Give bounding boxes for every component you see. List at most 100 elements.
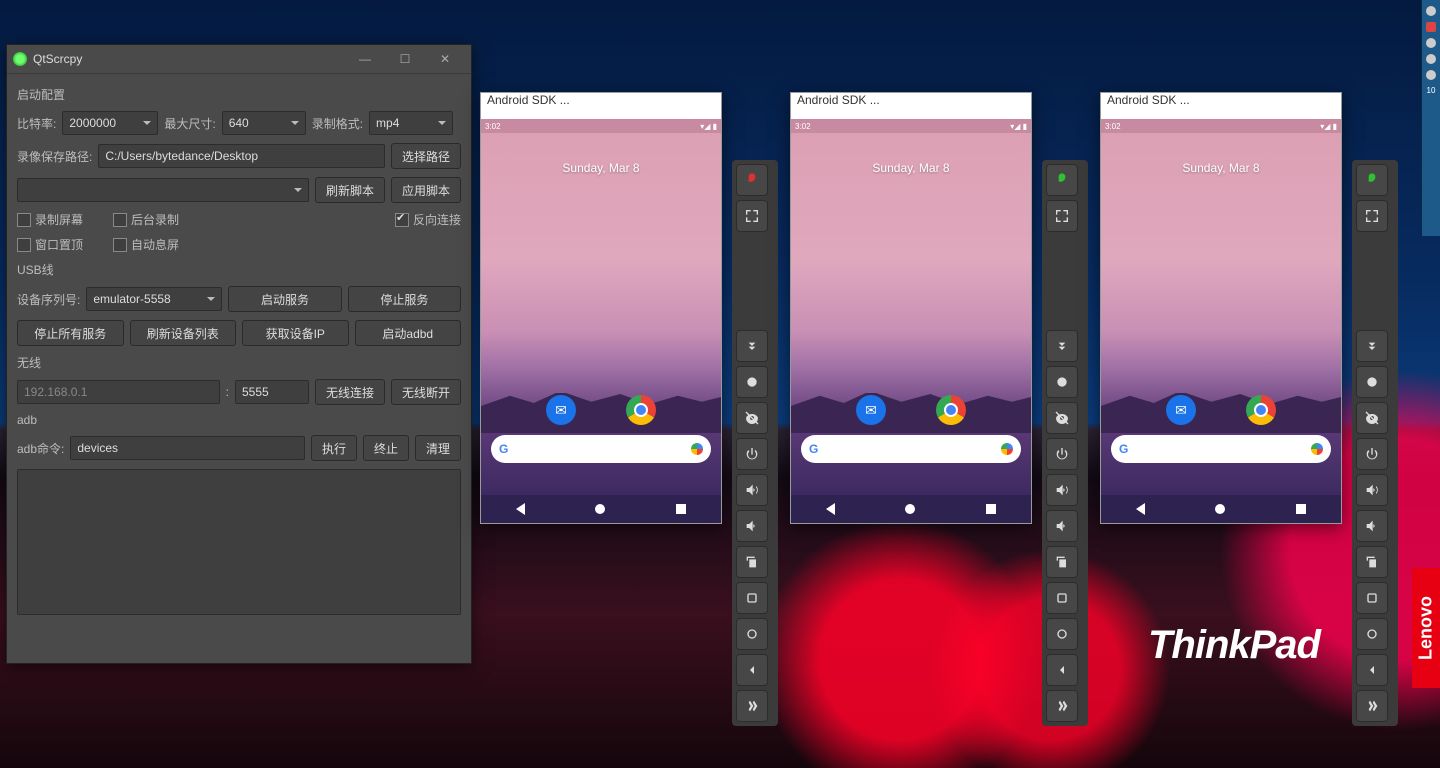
home-circle-icon[interactable] <box>736 618 768 650</box>
nav-back-icon[interactable] <box>1136 503 1145 515</box>
visibility-off-icon[interactable] <box>736 402 768 434</box>
expand-down-icon[interactable] <box>1046 330 1078 362</box>
wireless-disconnect-button[interactable]: 无线断开 <box>391 379 461 405</box>
screenshot-icon[interactable] <box>1356 690 1388 722</box>
menu-circle-icon[interactable] <box>1046 366 1078 398</box>
clear-button[interactable]: 清理 <box>415 435 461 461</box>
nav-home-icon[interactable] <box>905 504 915 514</box>
nav-recent-icon[interactable] <box>676 504 686 514</box>
auto-off-checkbox[interactable] <box>113 238 127 252</box>
stop-all-button[interactable]: 停止所有服务 <box>17 320 124 346</box>
google-search-bar[interactable]: G <box>491 435 711 463</box>
status-indicator-icon[interactable] <box>1356 164 1388 196</box>
start-service-button[interactable]: 启动服务 <box>228 286 341 312</box>
app-switch-icon[interactable] <box>1356 582 1388 614</box>
lenovo-badge: Lenovo <box>1412 568 1440 688</box>
recfmt-combo[interactable]: mp4 <box>369 111 453 135</box>
nav-recent-icon[interactable] <box>986 504 996 514</box>
phone-screen-1[interactable]: 3:02▾◢ ▮ Sunday, Mar 8 ✉ G <box>481 119 721 523</box>
minimize-button[interactable]: — <box>345 45 385 73</box>
fullscreen-icon[interactable] <box>1356 200 1388 232</box>
volume-up-icon[interactable] <box>1356 474 1388 506</box>
homescreen[interactable]: Sunday, Mar 8 ✉ G <box>481 133 721 495</box>
copy-icon[interactable] <box>736 546 768 578</box>
back-icon[interactable] <box>1356 654 1388 686</box>
fullscreen-icon[interactable] <box>736 200 768 232</box>
volume-down-icon[interactable] <box>1356 510 1388 542</box>
google-search-bar[interactable]: G <box>1111 435 1331 463</box>
port-input[interactable]: 5555 <box>235 380 309 404</box>
homescreen[interactable]: Sunday, Mar 8 ✉ G <box>1101 133 1341 495</box>
volume-up-icon[interactable] <box>1046 474 1078 506</box>
record-screen-checkbox[interactable] <box>17 213 31 227</box>
nav-home-icon[interactable] <box>1215 504 1225 514</box>
qtscrcpy-title: QtScrcpy <box>33 52 82 66</box>
menu-circle-icon[interactable] <box>736 366 768 398</box>
status-indicator-icon[interactable] <box>736 164 768 196</box>
status-indicator-icon[interactable] <box>1046 164 1078 196</box>
qtscrcpy-titlebar[interactable]: QtScrcpy — ☐ ✕ <box>7 45 471 74</box>
adbcmd-input[interactable]: devices <box>70 436 305 460</box>
screenshot-icon[interactable] <box>736 690 768 722</box>
expand-down-icon[interactable] <box>1356 330 1388 362</box>
chrome-app-icon[interactable] <box>1246 395 1276 425</box>
nav-back-icon[interactable] <box>516 503 525 515</box>
close-button[interactable]: ✕ <box>425 45 465 73</box>
refresh-script-button[interactable]: 刷新脚本 <box>315 177 385 203</box>
power-icon[interactable] <box>736 438 768 470</box>
phone-screen-3[interactable]: 3:02▾◢ ▮ Sunday, Mar 8 ✉ G <box>1101 119 1341 523</box>
reverse-connect-checkbox[interactable] <box>395 213 409 227</box>
wireless-connect-button[interactable]: 无线连接 <box>315 379 385 405</box>
copy-icon[interactable] <box>1356 546 1388 578</box>
window-top-checkbox[interactable] <box>17 238 31 252</box>
chrome-app-icon[interactable] <box>936 395 966 425</box>
power-icon[interactable] <box>1356 438 1388 470</box>
app-switch-icon[interactable] <box>736 582 768 614</box>
nav-home-icon[interactable] <box>595 504 605 514</box>
maximize-button[interactable]: ☐ <box>385 45 425 73</box>
stop-service-button[interactable]: 停止服务 <box>348 286 461 312</box>
phone-screen-2[interactable]: 3:02▾◢ ▮ Sunday, Mar 8 ✉ G <box>791 119 1031 523</box>
app-switch-icon[interactable] <box>1046 582 1078 614</box>
bg-record-checkbox[interactable] <box>113 213 127 227</box>
android1-titlebar[interactable]: Android SDK ... — ☐ ✕ <box>481 93 721 120</box>
serial-combo[interactable]: emulator-5558 <box>86 287 222 311</box>
nav-back-icon[interactable] <box>826 503 835 515</box>
expand-down-icon[interactable] <box>736 330 768 362</box>
home-circle-icon[interactable] <box>1356 618 1388 650</box>
google-search-bar[interactable]: G <box>801 435 1021 463</box>
messages-app-icon[interactable]: ✉ <box>856 395 886 425</box>
ip-input[interactable]: 192.168.0.1 <box>17 380 220 404</box>
apply-script-button[interactable]: 应用脚本 <box>391 177 461 203</box>
menu-circle-icon[interactable] <box>1356 366 1388 398</box>
volume-down-icon[interactable] <box>1046 510 1078 542</box>
home-circle-icon[interactable] <box>1046 618 1078 650</box>
refresh-devices-button[interactable]: 刷新设备列表 <box>130 320 237 346</box>
choose-path-button[interactable]: 选择路径 <box>391 143 461 169</box>
back-icon[interactable] <box>1046 654 1078 686</box>
volume-up-icon[interactable] <box>736 474 768 506</box>
back-icon[interactable] <box>736 654 768 686</box>
recpath-input[interactable]: C:/Users/bytedance/Desktop <box>98 144 385 168</box>
android2-titlebar[interactable]: Android SDK ... — ☐ ✕ <box>791 93 1031 120</box>
get-ip-button[interactable]: 获取设备IP <box>242 320 349 346</box>
script-combo[interactable] <box>17 178 309 202</box>
term-button[interactable]: 终止 <box>363 435 409 461</box>
bitrate-combo[interactable]: 2000000 <box>62 111 158 135</box>
visibility-off-icon[interactable] <box>1046 402 1078 434</box>
exec-button[interactable]: 执行 <box>311 435 357 461</box>
power-icon[interactable] <box>1046 438 1078 470</box>
visibility-off-icon[interactable] <box>1356 402 1388 434</box>
screenshot-icon[interactable] <box>1046 690 1078 722</box>
chrome-app-icon[interactable] <box>626 395 656 425</box>
fullscreen-icon[interactable] <box>1046 200 1078 232</box>
homescreen[interactable]: Sunday, Mar 8 ✉ G <box>791 133 1031 495</box>
android3-titlebar[interactable]: Android SDK ... — ☐ ✕ <box>1101 93 1341 120</box>
volume-down-icon[interactable] <box>736 510 768 542</box>
copy-icon[interactable] <box>1046 546 1078 578</box>
messages-app-icon[interactable]: ✉ <box>546 395 576 425</box>
messages-app-icon[interactable]: ✉ <box>1166 395 1196 425</box>
maxsize-combo[interactable]: 640 <box>222 111 306 135</box>
nav-recent-icon[interactable] <box>1296 504 1306 514</box>
start-adbd-button[interactable]: 启动adbd <box>355 320 462 346</box>
